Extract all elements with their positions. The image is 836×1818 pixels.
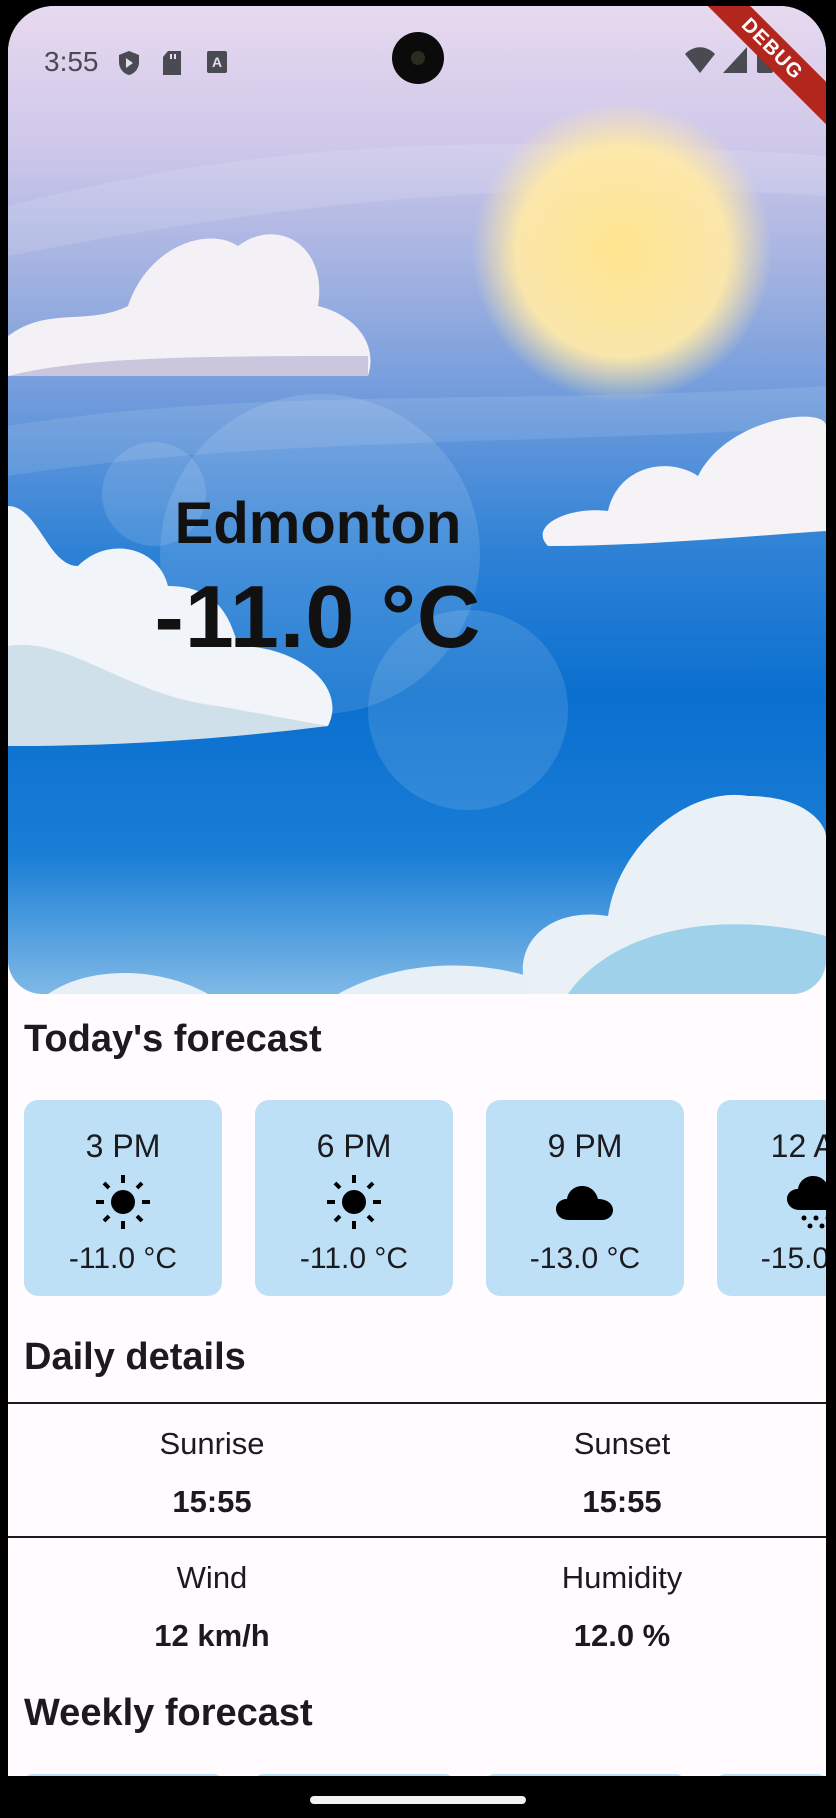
hourly-time: 3 PM [85,1128,161,1164]
weather-hero: Edmonton -11.0 °C 3:55 A DEBUG [8,6,826,994]
hourly-temperature: -15.0 °C [760,1242,826,1275]
humidity-value: 12.0 % [573,1618,671,1653]
phone-frame: Edmonton -11.0 °C 3:55 A DEBUG Today's f… [0,0,836,1818]
sunset-label: Sunset [573,1426,671,1461]
hourly-card[interactable]: 3 PM -11.0 °C [24,1100,222,1296]
sunrise-detail: Sunrise 15:55 [8,1426,416,1520]
wind-value: 12 km/h [154,1618,270,1653]
divider [8,1536,826,1538]
home-indicator[interactable] [310,1796,526,1804]
weekly-card[interactable] [717,1774,826,1776]
sunrise-label: Sunrise [159,1426,265,1461]
front-camera [392,32,444,84]
divider [8,1402,826,1404]
hourly-forecast-list[interactable]: 3 PM -11.0 °C 6 PM -11.0 °C 9 PM -13.0 °… [24,1100,826,1300]
wind-detail: Wind 12 km/h [8,1560,416,1654]
hourly-time: 12 AM [770,1128,826,1164]
wind-label: Wind [176,1560,248,1595]
hourly-time: 6 PM [316,1128,392,1164]
status-time: 3:55 [44,46,99,77]
snow-cloud-icon [786,1172,826,1232]
hourly-temperature: -11.0 °C [299,1242,409,1275]
humidity-detail: Humidity 12.0 % [418,1560,826,1654]
sunset-value: 15:55 [582,1484,662,1519]
svg-text:A: A [212,54,222,70]
weekly-forecast-title: Weekly forecast [24,1692,313,1734]
hourly-card[interactable]: 9 PM -13.0 °C [486,1100,684,1296]
hourly-card[interactable]: 12 AM -15.0 °C [717,1100,826,1296]
sun-icon [93,1172,153,1232]
current-temperature: -11.0 °C [154,567,482,666]
hourly-time: 9 PM [547,1128,623,1164]
hourly-temperature: -13.0 °C [529,1242,641,1275]
cloud-icon [555,1172,615,1232]
sun-icon [324,1172,384,1232]
weekly-card[interactable] [486,1774,684,1776]
hourly-temperature: -11.0 °C [68,1242,178,1275]
city-name: Edmonton [174,491,462,556]
hourly-card[interactable]: 6 PM -11.0 °C [255,1100,453,1296]
weekly-card[interactable] [255,1774,453,1776]
todays-forecast-title: Today's forecast [24,1018,322,1060]
status-bar: 3:55 A DEBUG [8,6,826,131]
daily-details-title: Daily details [24,1336,246,1378]
sun-illustration [472,102,772,402]
sunset-detail: Sunset 15:55 [418,1426,826,1520]
weekly-card[interactable] [24,1774,222,1776]
humidity-label: Humidity [561,1560,683,1595]
sunrise-value: 15:55 [172,1484,252,1519]
app-screen: Edmonton -11.0 °C 3:55 A DEBUG Today's f… [8,6,826,1776]
